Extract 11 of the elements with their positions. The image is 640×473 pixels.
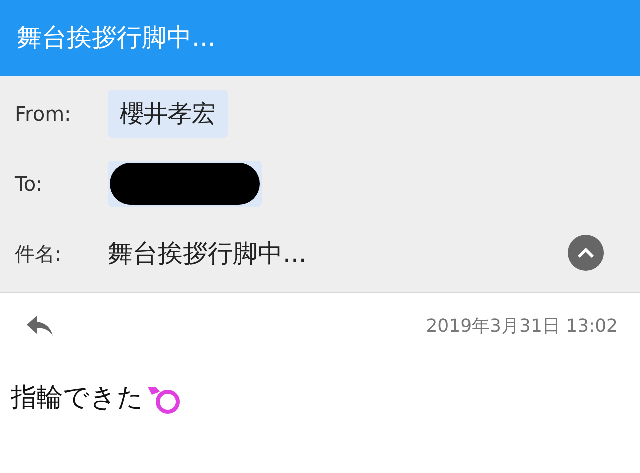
field-label: 件名: (14, 241, 63, 268)
date-text: 2019年3月31日 13:02 (426, 314, 618, 338)
chevron-icon (577, 247, 595, 259)
field-label: To: (14, 171, 44, 198)
subject-text: 舞台挨拶行脚中... (108, 238, 307, 270)
message-body: 指輪できた (11, 382, 144, 415)
field-label: From: (14, 101, 72, 128)
collapse-button[interactable] (568, 235, 604, 271)
sender-chip[interactable]: 櫻井孝宏 (108, 90, 228, 138)
reply-icon[interactable] (26, 315, 54, 337)
header-title: 舞台挨拶行脚中... (17, 22, 216, 54)
